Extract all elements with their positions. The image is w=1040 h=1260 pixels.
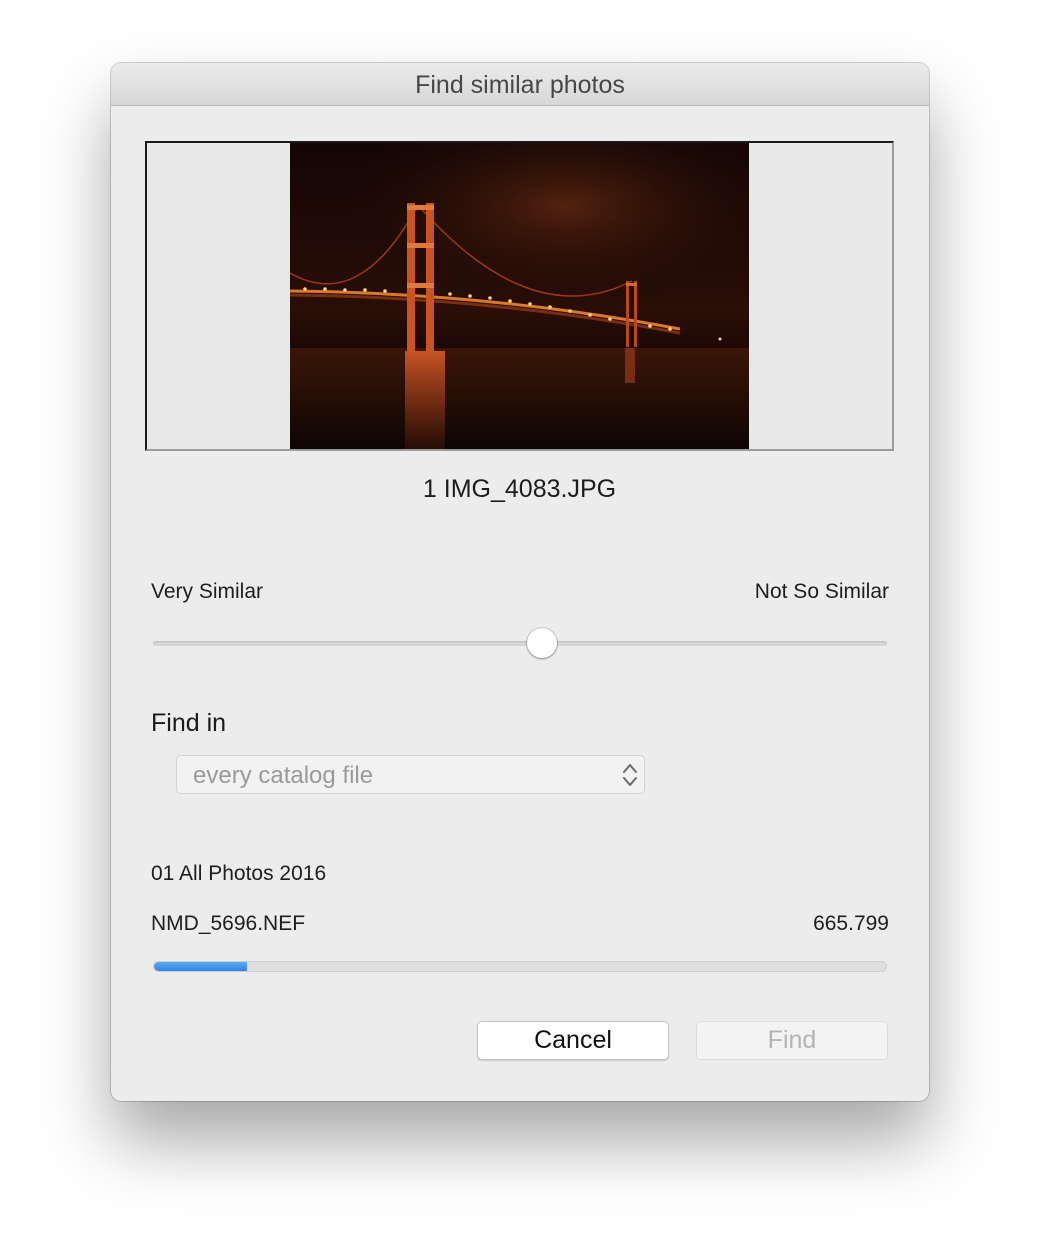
photo-thumbnail (290, 143, 749, 449)
find-in-select[interactable]: every catalog file (176, 755, 645, 794)
photo-preview (145, 141, 894, 451)
find-similar-dialog: Find similar photos 1 IMG_4083.JPG Very … (111, 63, 929, 1101)
similarity-slider-track[interactable] (153, 641, 887, 646)
current-file-name: NMD_5696.NEF (151, 912, 306, 935)
up-down-chevron-icon (623, 764, 637, 786)
very-similar-label: Very Similar (151, 580, 264, 603)
window-title: Find similar photos (111, 63, 929, 106)
preview-filename: 1 IMG_4083.JPG (422, 475, 617, 503)
search-progress-fill (154, 962, 247, 971)
similarity-slider-knob[interactable] (527, 628, 558, 658)
file-count: 665.799 (813, 912, 889, 935)
cancel-button[interactable]: Cancel (477, 1021, 669, 1060)
find-in-select-value: every catalog file (193, 762, 374, 789)
catalog-name: 01 All Photos 2016 (151, 862, 327, 885)
not-so-similar-label: Not So Similar (754, 580, 889, 603)
search-progress-bar (153, 961, 887, 972)
find-in-label: Find in (151, 709, 227, 737)
find-button[interactable]: Find (696, 1021, 888, 1060)
